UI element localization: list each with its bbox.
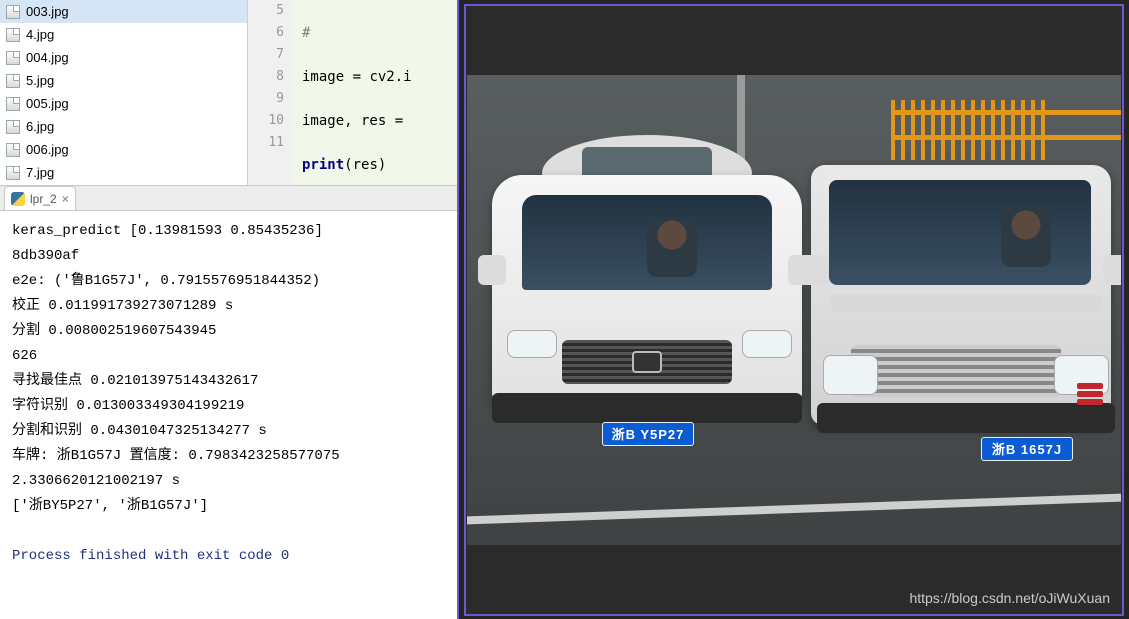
line-number: 8 (248, 66, 284, 88)
console-line: 8db390af (12, 248, 79, 264)
console-line: 车牌: 浙B1G57J 置信度: 0.7983423258577075 (12, 448, 340, 464)
line-number: 5 (248, 0, 284, 22)
watermark-text: https://blog.csdn.net/oJiWuXuan (909, 590, 1110, 606)
top-split: 003.jpg 4.jpg 004.jpg 5.jpg 005.jpg 6.jp… (0, 0, 457, 185)
image-canvas[interactable]: 浙B Y5P27 浙B 1657J (466, 6, 1122, 614)
file-item[interactable]: 6.jpg (0, 115, 247, 138)
image-file-icon (6, 120, 20, 134)
python-icon (11, 192, 25, 206)
image-file-icon (6, 97, 20, 111)
file-name: 006.jpg (26, 142, 69, 157)
license-plate-left: 浙B Y5P27 (602, 422, 694, 446)
code-body[interactable]: # image = cv2.i image, res = print(res) … (292, 0, 457, 185)
file-item[interactable]: 4.jpg (0, 23, 247, 46)
image-file-icon (6, 5, 20, 19)
run-tab-label: lpr_2 (30, 192, 57, 206)
console-line: keras_predict [0.13981593 0.85435236] (12, 223, 323, 239)
line-number: 9 (248, 88, 284, 110)
project-files-panel: 003.jpg 4.jpg 004.jpg 5.jpg 005.jpg 6.jp… (0, 0, 247, 185)
vehicle-suv-white: 浙B Y5P27 (472, 125, 822, 455)
file-item[interactable]: 005.jpg (0, 92, 247, 115)
lane-marking (467, 493, 1121, 524)
traffic-scene: 浙B Y5P27 浙B 1657J (467, 75, 1121, 545)
image-file-icon (6, 51, 20, 65)
file-name: 7.jpg (26, 165, 54, 180)
console-line: 2.3306620121002197 s (12, 473, 180, 489)
console-line: 分割 0.008002519607543945 (12, 323, 216, 339)
run-tab-bar: lpr_2 × (0, 185, 457, 211)
console-line: ['浙BY5P27', '浙B1G57J'] (12, 498, 208, 514)
left-column: 003.jpg 4.jpg 004.jpg 5.jpg 005.jpg 6.jp… (0, 0, 459, 619)
file-item[interactable]: 7.jpg (0, 161, 247, 184)
console-line: 分割和识别 0.04301047325134277 s (12, 423, 267, 439)
file-name: 003.jpg (26, 4, 69, 19)
file-item[interactable]: 004.jpg (0, 46, 247, 69)
run-tab[interactable]: lpr_2 × (4, 186, 76, 210)
code-editor[interactable]: 5 6 7 8 9 10 11 # image = cv2.i image, r… (247, 0, 457, 185)
image-file-icon (6, 166, 20, 180)
geely-emblem-icon (632, 351, 662, 373)
vehicle-van-silver: 浙B 1657J (801, 145, 1121, 465)
console-line: e2e: ('鲁B1G57J', 0.7915576951844352) (12, 273, 320, 289)
run-console[interactable]: keras_predict [0.13981593 0.85435236] 8d… (0, 211, 457, 619)
line-number: 7 (248, 44, 284, 66)
license-plate-right: 浙B 1657J (981, 437, 1073, 461)
console-line: 校正 0.011991739273071289 s (12, 298, 233, 314)
console-line: 寻找最佳点 0.021013975143432617 (12, 373, 258, 389)
image-file-icon (6, 28, 20, 42)
file-name: 6.jpg (26, 119, 54, 134)
wuling-logo-icon (1077, 379, 1105, 407)
console-exit-line: Process finished with exit code 0 (12, 548, 289, 564)
file-name: 4.jpg (26, 27, 54, 42)
line-number: 6 (248, 22, 284, 44)
file-name: 004.jpg (26, 50, 69, 65)
console-line: 626 (12, 348, 37, 364)
file-name: 005.jpg (26, 96, 69, 111)
file-name: 5.jpg (26, 73, 54, 88)
file-list: 003.jpg 4.jpg 004.jpg 5.jpg 005.jpg 6.jp… (0, 0, 247, 185)
image-file-icon (6, 74, 20, 88)
close-icon[interactable]: × (62, 192, 69, 206)
image-viewer-frame: 浙B Y5P27 浙B 1657J (464, 4, 1124, 616)
line-number: 11 (248, 132, 284, 154)
console-line: 字符识别 0.013003349304199219 (12, 398, 244, 414)
file-item[interactable]: 5.jpg (0, 69, 247, 92)
line-number-gutter: 5 6 7 8 9 10 11 (248, 0, 292, 185)
image-viewer-pane: 浙B Y5P27 浙B 1657J (459, 0, 1129, 619)
line-number: 10 (248, 110, 284, 132)
app-root: 003.jpg 4.jpg 004.jpg 5.jpg 005.jpg 6.jp… (0, 0, 1129, 619)
file-item[interactable]: 006.jpg (0, 138, 247, 161)
file-item[interactable]: 003.jpg (0, 0, 247, 23)
image-file-icon (6, 143, 20, 157)
